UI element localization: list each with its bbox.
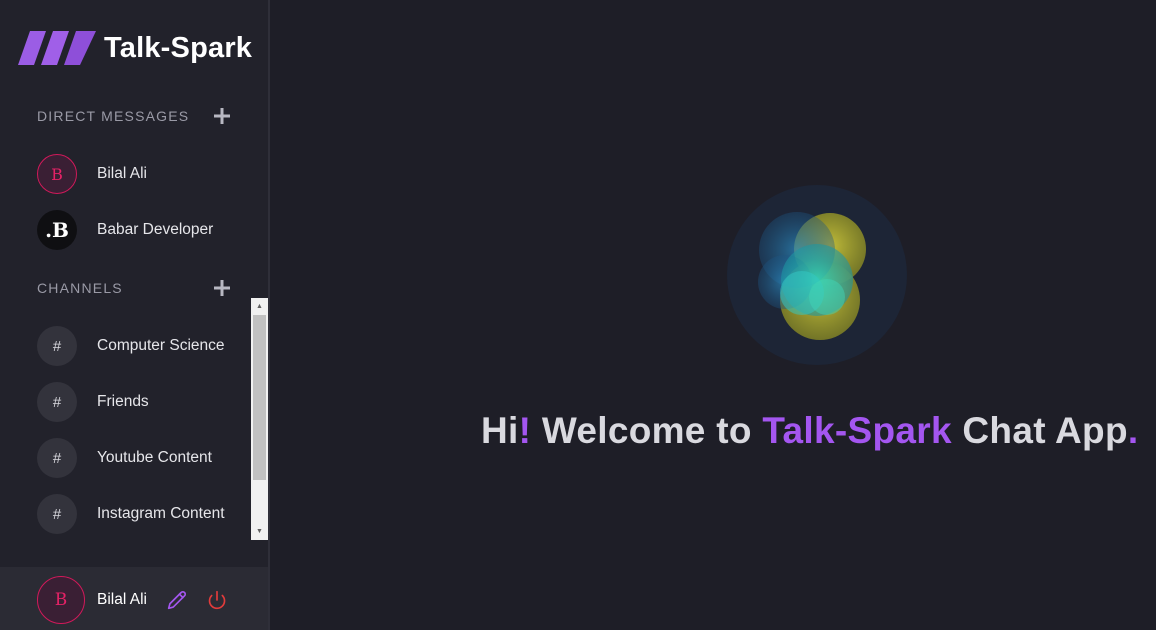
plus-icon bbox=[214, 108, 230, 124]
channel-item-label: Friends bbox=[97, 393, 149, 410]
avatar: B bbox=[37, 154, 77, 194]
direct-messages-title: DIRECT MESSAGES bbox=[37, 108, 190, 124]
channel-item-instagram-content[interactable]: # Instagram Content bbox=[37, 494, 225, 534]
avatar: .B bbox=[37, 210, 77, 250]
plus-icon bbox=[214, 280, 230, 296]
hash-icon: # bbox=[37, 382, 77, 422]
dm-item-label: Bilal Ali bbox=[97, 165, 147, 182]
channel-list[interactable]: # Computer Science # Friends # Youtube C… bbox=[0, 298, 268, 540]
current-user-bar: B Bilal Ali bbox=[0, 567, 268, 630]
dm-item-label: Babar Developer bbox=[97, 221, 214, 238]
direct-messages-header: DIRECT MESSAGES bbox=[37, 105, 233, 127]
channel-item-friends[interactable]: # Friends bbox=[37, 382, 149, 422]
welcome-to: Welcome to bbox=[531, 410, 763, 451]
welcome-period: . bbox=[1127, 410, 1139, 451]
channel-item-label: Computer Science bbox=[97, 337, 225, 354]
channels-header: CHANNELS bbox=[37, 277, 233, 299]
scroll-thumb[interactable] bbox=[253, 315, 266, 480]
welcome-message: Hi! Welcome to Talk-Spark Chat App. bbox=[481, 410, 1138, 452]
current-user-name: Bilal Ali bbox=[97, 591, 147, 608]
pencil-icon bbox=[167, 591, 186, 610]
welcome-chat-app: Chat App bbox=[951, 410, 1128, 451]
scroll-down-arrow-icon[interactable]: ▼ bbox=[251, 523, 268, 540]
hash-icon: # bbox=[37, 494, 77, 534]
channel-item-label: Youtube Content bbox=[97, 449, 212, 466]
welcome-app-name: Talk-Spark bbox=[762, 410, 952, 451]
welcome-exclaim: ! bbox=[518, 410, 532, 451]
scroll-up-arrow-icon[interactable]: ▲ bbox=[251, 298, 268, 315]
channel-item-computer-science[interactable]: # Computer Science bbox=[37, 326, 225, 366]
channel-item-youtube-content[interactable]: # Youtube Content bbox=[37, 438, 212, 478]
brand[interactable]: Talk-Spark bbox=[18, 30, 252, 66]
welcome-illustration bbox=[727, 185, 907, 365]
hash-icon: # bbox=[37, 326, 77, 366]
add-direct-message-button[interactable] bbox=[211, 105, 233, 127]
current-user: B Bilal Ali bbox=[37, 576, 229, 624]
main-panel: Hi! Welcome to Talk-Spark Chat App. bbox=[270, 0, 1156, 630]
sidebar: Talk-Spark DIRECT MESSAGES B Bilal Ali .… bbox=[0, 0, 268, 630]
dm-item-bilal-ali[interactable]: B Bilal Ali bbox=[37, 154, 147, 194]
dm-item-babar-developer[interactable]: .B Babar Developer bbox=[37, 210, 213, 250]
logout-button[interactable] bbox=[205, 588, 229, 612]
channel-item-label: Instagram Content bbox=[97, 505, 225, 522]
brand-logo-icon bbox=[18, 31, 96, 65]
avatar[interactable]: B bbox=[37, 576, 85, 624]
brand-name: Talk-Spark bbox=[104, 31, 253, 64]
channel-scrollbar[interactable]: ▲ ▼ bbox=[251, 298, 268, 540]
add-channel-button[interactable] bbox=[211, 277, 233, 299]
bubble-logo-icon bbox=[758, 212, 866, 340]
edit-profile-button[interactable] bbox=[165, 588, 189, 612]
power-icon bbox=[208, 590, 226, 610]
welcome-hi: Hi bbox=[481, 410, 519, 451]
channels-title: CHANNELS bbox=[37, 280, 123, 296]
hash-icon: # bbox=[37, 438, 77, 478]
